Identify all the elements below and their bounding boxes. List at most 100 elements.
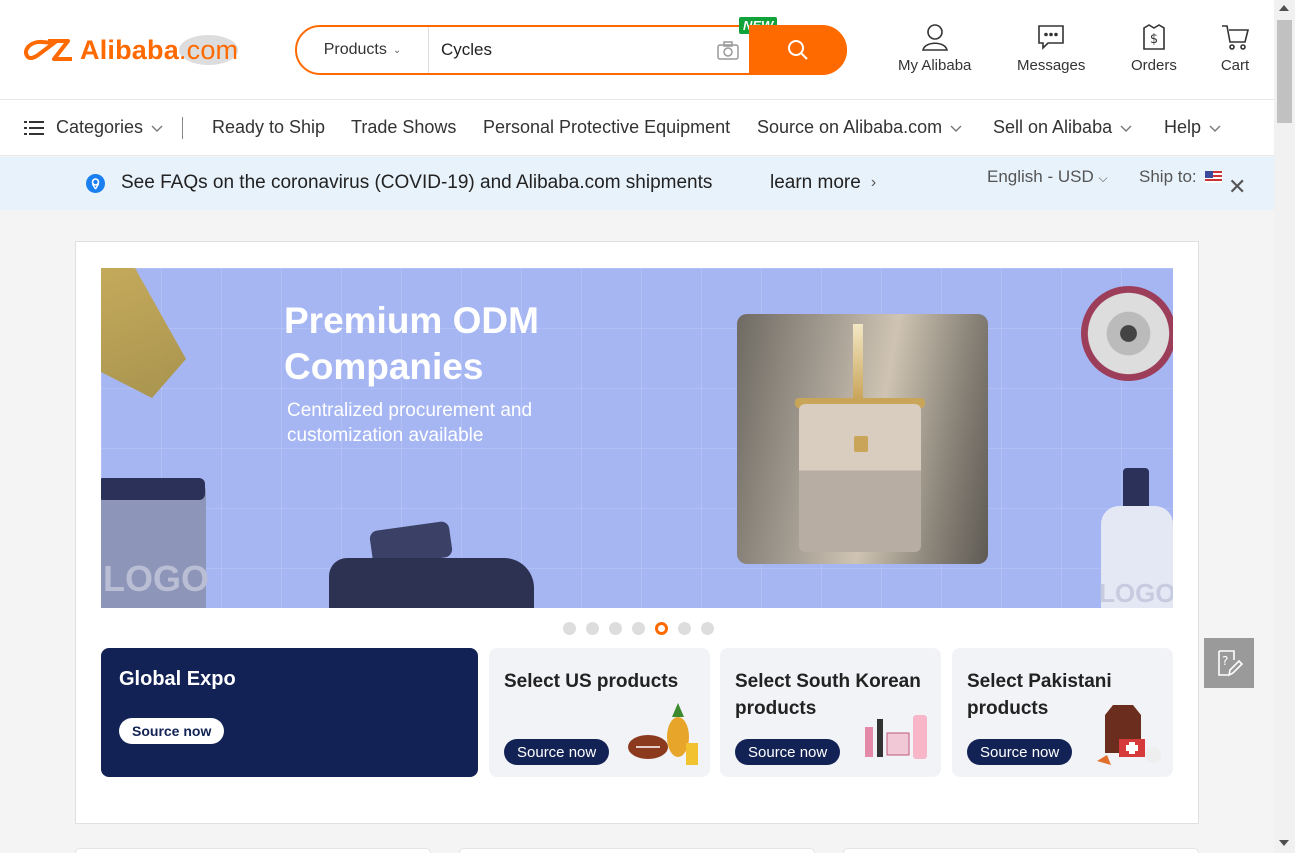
my-alibaba-label: My Alibaba [898,57,972,74]
menu-list-icon [24,120,44,135]
nav-help[interactable]: Help [1164,117,1221,138]
tile-select-us[interactable]: Select US products Source now [489,648,710,777]
nav-sell-on-alibaba[interactable]: Sell on Alibaba [993,117,1132,138]
bottom-card [843,848,1199,853]
banner-title-line2: Companies [284,346,484,387]
messages-icon [1038,25,1064,50]
logo-suffix: .com [178,34,239,65]
cart-icon [1222,25,1250,50]
promo-banner[interactable]: LOGO LOGO Premium ODM Companies Centrali… [101,268,1173,608]
cup-lid-image [101,478,205,500]
scroll-down-arrow-icon[interactable] [1279,840,1289,846]
messages-label: Messages [1017,57,1086,74]
hero-card: LOGO LOGO Premium ODM Companies Centrali… [75,241,1199,824]
scroll-up-arrow-icon[interactable] [1279,5,1289,11]
orders-label: Orders [1131,57,1177,74]
carousel-dot[interactable] [678,622,691,635]
carousel-dot[interactable] [586,622,599,635]
close-icon[interactable]: ✕ [1228,174,1246,200]
logo-text: Alibaba [80,34,179,65]
carousel-dots [563,622,714,635]
nav-item-label: Ready to Ship [212,117,326,137]
korean-products-image [865,715,927,759]
photo-stick [853,324,863,399]
banner-title: Premium ODM Companies [284,298,539,390]
top-nav: Categories Ready to Ship Trade Shows Per… [0,100,1274,156]
search-type-label: Products [323,41,387,58]
carousel-dot[interactable] [655,622,668,635]
tile-select-south-korean[interactable]: Select South Korean products Source now [720,648,941,777]
source-now-button[interactable]: Source now [967,739,1073,765]
nav-item-label: Personal Protective Equipment [483,117,731,137]
source-now-button[interactable]: Source now [504,739,610,765]
nav-ready-to-ship[interactable]: Ready to Ship [212,117,325,138]
us-products-image [628,703,698,765]
tile-title: Select US products [504,671,679,692]
tile-title: Global Expo [119,668,236,690]
cart-link[interactable]: Cart [1220,22,1250,74]
banner-subtitle-line2: customization available [287,425,484,446]
language-currency-select[interactable]: English - USD ⌵ [987,167,1108,187]
nav-ppe[interactable]: Personal Protective Equipment [483,117,730,138]
chevron-down-icon: ⌄ [392,44,402,56]
chevron-down-icon [151,125,163,132]
chevron-down-icon [950,125,962,132]
search-icon [788,40,808,60]
nav-trade-shows[interactable]: Trade Shows [351,117,456,138]
carousel-dot[interactable] [563,622,576,635]
carousel-dot[interactable] [609,622,622,635]
banner-subtitle: Centralized procurement and customizatio… [287,398,532,448]
learn-more-label: learn more [770,172,861,193]
header: Alibaba.com Products ⌄ NEW My Alibaba [0,0,1274,100]
banner-grid-pattern [101,268,1173,608]
nav-categories[interactable]: Categories [24,117,163,138]
photo-latch [854,436,868,452]
scrollbar-thumb[interactable] [1277,20,1292,123]
cart-label: Cart [1220,57,1250,74]
us-flag-icon [1204,171,1222,183]
my-alibaba-link[interactable]: My Alibaba [898,22,971,74]
user-icon [921,24,948,51]
vertical-scrollbar[interactable] [1274,0,1295,853]
language-label: English - USD [987,167,1094,186]
source-now-button[interactable]: Source now [119,718,225,744]
chevron-down-icon: ⌵ [1098,171,1108,185]
alibaba-logo-icon [23,39,72,61]
bottle-pump-image [1123,468,1149,510]
nav-divider [182,117,183,139]
search-button[interactable] [749,25,847,75]
orders-icon: $ [1143,24,1165,50]
feedback-button[interactable]: ? [1204,638,1254,688]
learn-more-link[interactable]: learn more › [770,172,876,194]
covid-notice-bar: See FAQs on the coronavirus (COVID-19) a… [0,157,1274,210]
photo-pot [799,404,921,552]
banner-subtitle-line1: Centralized procurement and [287,400,533,421]
alibaba-logo[interactable]: Alibaba.com [20,32,239,68]
camera-icon[interactable] [717,40,739,60]
bottom-card [75,848,431,853]
search-type-select[interactable]: Products ⌄ [297,27,429,73]
notice-text: See FAQs on the coronavirus (COVID-19) a… [121,172,713,193]
banner-title-line1: Premium ODM [284,300,539,341]
pakistani-products-image [1097,705,1161,765]
nav-item-label: Trade Shows [351,117,457,137]
feedback-edit-icon: ? [1218,650,1244,677]
carousel-dot[interactable] [632,622,645,635]
search-bar: Products ⌄ NEW [295,17,847,75]
chevron-down-icon [1209,125,1221,132]
carousel-dot[interactable] [701,622,714,635]
nav-item-label: Sell on Alibaba [993,117,1113,137]
ship-to-select[interactable]: Ship to: [1139,167,1222,187]
tile-select-pakistani[interactable]: Select Pakistani products Source now [952,648,1173,777]
source-now-button[interactable]: Source now [735,739,841,765]
orders-link[interactable]: $ Orders [1131,22,1177,74]
svg-text:$: $ [1150,32,1158,47]
bottom-card [459,848,815,853]
chevron-down-icon [1120,125,1132,132]
brake-disc-image [1081,286,1173,381]
nav-source-on-alibaba[interactable]: Source on Alibaba.com [757,117,962,138]
messages-link[interactable]: Messages [1017,22,1085,74]
chevron-right-icon: › [870,174,877,191]
tile-global-expo[interactable]: Global Expo Source now [101,648,478,777]
info-pin-icon [86,174,105,193]
